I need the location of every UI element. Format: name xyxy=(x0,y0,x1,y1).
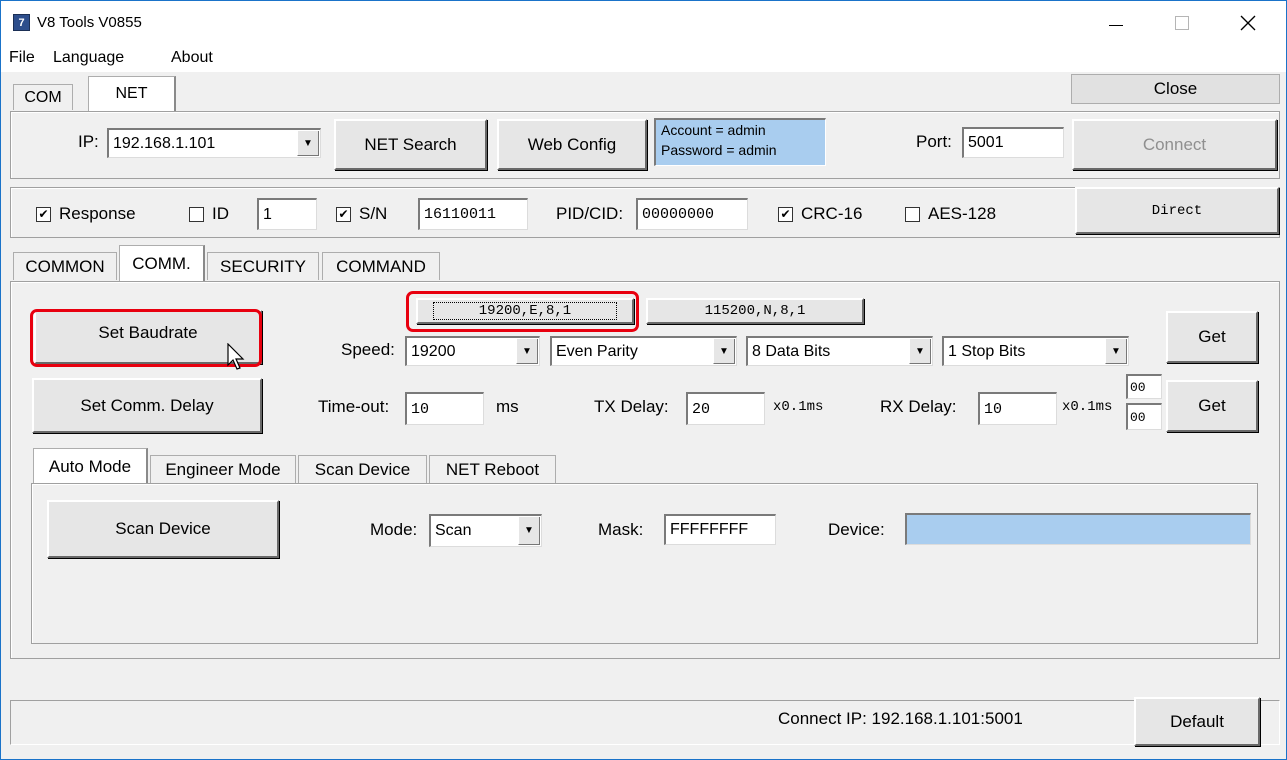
txdelay-unit: x0.1ms xyxy=(773,399,824,415)
chevron-down-icon: ▼ xyxy=(297,131,319,156)
timeout-unit: ms xyxy=(496,397,519,416)
tab-scan-device[interactable]: Scan Device xyxy=(298,455,427,483)
mask-label: Mask: xyxy=(598,520,644,539)
chevron-down-icon: ▼ xyxy=(1105,339,1127,364)
menu-bar: File Language About xyxy=(1,44,1286,72)
tab-engineer-mode[interactable]: Engineer Mode xyxy=(150,455,296,483)
parity-value: Even Parity xyxy=(556,342,638,360)
databits-value: 8 Data Bits xyxy=(752,342,831,360)
connect-button[interactable]: Connect xyxy=(1072,119,1277,170)
speed-value: 19200 xyxy=(411,342,456,360)
timeout-field[interactable]: 10 xyxy=(405,392,484,425)
get-delay-button[interactable]: Get xyxy=(1166,380,1258,432)
web-config-button[interactable]: Web Config xyxy=(497,119,647,170)
tab-net-reboot[interactable]: NET Reboot xyxy=(429,455,556,483)
preset-highlight-box xyxy=(406,291,639,332)
ip-value: 192.168.1.101 xyxy=(113,134,216,152)
mode-label: Mode: xyxy=(370,520,418,539)
get-baudrate-button[interactable]: Get xyxy=(1166,311,1258,363)
device-field[interactable] xyxy=(905,513,1251,545)
tab-auto-mode[interactable]: Auto Mode xyxy=(33,448,148,485)
tab-com[interactable]: COM xyxy=(13,84,73,110)
aes-check-icon xyxy=(905,206,920,222)
app-logo-icon: 7 xyxy=(13,14,30,31)
small-field-bottom[interactable]: 00 xyxy=(1126,403,1162,430)
rxdelay-label: RX Delay: xyxy=(880,397,957,416)
minimize-icon xyxy=(1109,25,1123,26)
chevron-down-icon: ▼ xyxy=(713,339,735,364)
port-label: Port: xyxy=(916,132,952,151)
port-field[interactable]: 5001 xyxy=(962,127,1064,158)
pidcid-label: PID/CID: xyxy=(556,204,624,223)
minimize-button[interactable] xyxy=(1091,1,1141,44)
password-line: Password = admin xyxy=(661,142,777,158)
txdelay-label: TX Delay: xyxy=(594,397,669,416)
chevron-down-icon: ▼ xyxy=(909,339,931,364)
title-bar: 7 V8 Tools V0855 xyxy=(1,1,1286,44)
connect-ip-status: Connect IP: 192.168.1.101:5001 xyxy=(778,709,1023,728)
sn-checkbox[interactable]: ✔ S/N xyxy=(336,203,387,225)
aes-label: AES-128 xyxy=(928,204,997,223)
pidcid-field[interactable]: 00000000 xyxy=(636,198,748,230)
menu-language[interactable]: Language xyxy=(53,47,124,69)
sn-label: S/N xyxy=(359,204,388,223)
txdelay-field[interactable]: 20 xyxy=(686,392,765,425)
small-field-top[interactable]: 00 xyxy=(1126,374,1162,399)
stopbits-value: 1 Stop Bits xyxy=(948,342,1026,360)
crc-check-icon: ✔ xyxy=(778,206,793,222)
parity-dropdown[interactable]: Even Parity ▼ xyxy=(550,336,737,366)
chevron-down-icon: ▼ xyxy=(516,339,538,364)
close-button[interactable]: Close xyxy=(1071,74,1280,104)
response-check-icon: ✔ xyxy=(36,206,51,222)
stopbits-dropdown[interactable]: 1 Stop Bits ▼ xyxy=(942,336,1129,366)
mode-dropdown[interactable]: Scan ▼ xyxy=(429,514,542,547)
crc-checkbox[interactable]: ✔ CRC-16 xyxy=(778,203,862,225)
rxdelay-unit: x0.1ms xyxy=(1062,399,1113,415)
device-label: Device: xyxy=(828,520,885,539)
timeout-label: Time-out: xyxy=(318,397,390,416)
crc-label: CRC-16 xyxy=(801,204,863,223)
chevron-down-icon: ▼ xyxy=(518,517,540,545)
databits-dropdown[interactable]: 8 Data Bits ▼ xyxy=(746,336,933,366)
account-line: Account = admin xyxy=(661,122,766,138)
default-button[interactable]: Default xyxy=(1134,697,1260,746)
maximize-button[interactable] xyxy=(1157,1,1207,44)
sn-field[interactable]: 16110011 xyxy=(418,198,528,230)
response-checkbox[interactable]: ✔ Response xyxy=(36,203,136,225)
menu-file[interactable]: File xyxy=(9,47,35,69)
tab-security[interactable]: SECURITY xyxy=(207,252,319,280)
account-info-box: Account = admin Password = admin xyxy=(654,118,826,166)
scan-device-button[interactable]: Scan Device xyxy=(47,500,279,558)
maximize-icon xyxy=(1175,15,1189,30)
mask-field[interactable]: FFFFFFFF xyxy=(664,514,776,545)
net-search-button[interactable]: NET Search xyxy=(334,119,487,170)
ip-dropdown[interactable]: 192.168.1.101 ▼ xyxy=(107,128,321,158)
direct-button[interactable]: Direct xyxy=(1075,187,1279,234)
id-field[interactable]: 1 xyxy=(257,198,317,230)
speed-dropdown[interactable]: 19200 ▼ xyxy=(405,336,540,366)
set-comm-delay-button[interactable]: Set Comm. Delay xyxy=(32,378,262,433)
close-window-button[interactable] xyxy=(1223,1,1273,44)
id-check-icon xyxy=(189,206,204,222)
response-label: Response xyxy=(59,204,136,223)
sn-check-icon: ✔ xyxy=(336,206,351,222)
aes-checkbox[interactable]: AES-128 xyxy=(905,203,996,225)
id-checkbox[interactable]: ID xyxy=(189,203,229,225)
ip-label: IP: xyxy=(78,132,99,151)
status-bar xyxy=(10,700,1280,745)
mouse-cursor-icon xyxy=(227,343,245,370)
tab-command[interactable]: COMMAND xyxy=(322,252,440,280)
tab-common[interactable]: COMMON xyxy=(13,252,117,280)
mode-value: Scan xyxy=(435,522,472,539)
tab-net[interactable]: NET xyxy=(88,76,176,111)
rxdelay-field[interactable]: 10 xyxy=(978,392,1057,425)
preset-115200-button[interactable]: 115200,N,8,1 xyxy=(646,298,864,324)
tab-comm[interactable]: COMM. xyxy=(119,245,205,282)
window-title: V8 Tools V0855 xyxy=(37,13,142,31)
id-label: ID xyxy=(212,204,229,223)
speed-label: Speed: xyxy=(341,340,395,359)
menu-about[interactable]: About xyxy=(171,47,213,69)
close-icon xyxy=(1240,15,1256,30)
